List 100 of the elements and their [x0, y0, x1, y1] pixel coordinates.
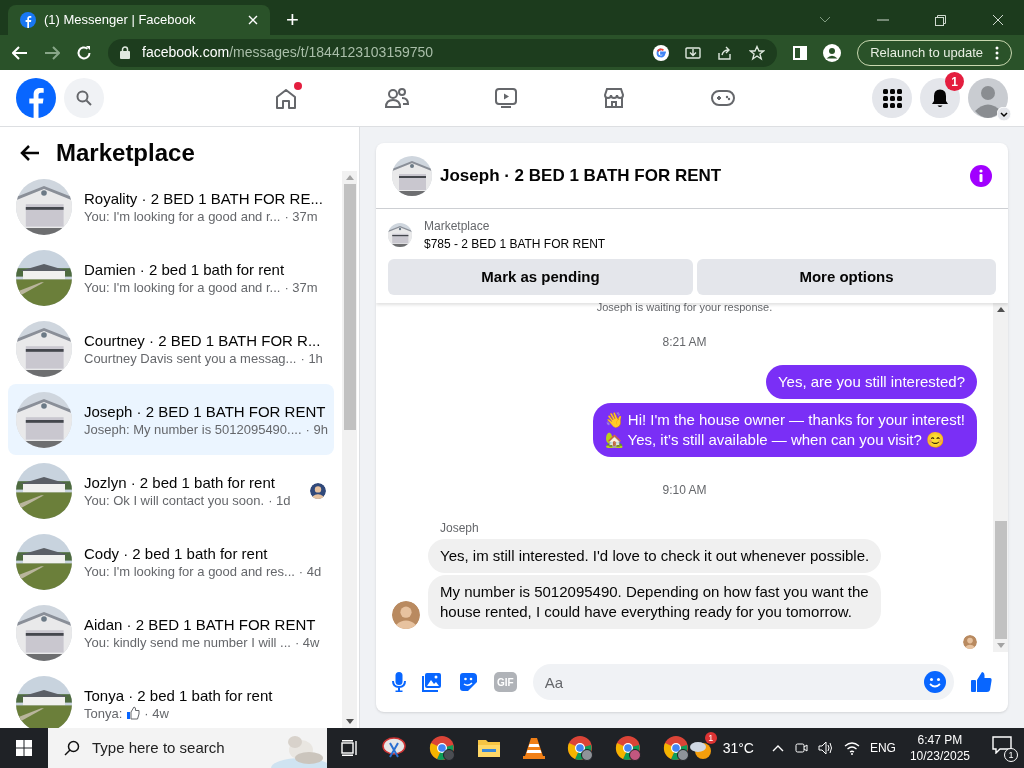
conversation-item[interactable]: Joseph · 2 BED 1 BATH FOR RENT Joseph: My number is 5012095490.... · 9h	[8, 384, 334, 455]
scroll-up-icon	[996, 307, 1005, 312]
chevron-icon	[819, 16, 831, 24]
taskbar-search-field[interactable]: Type here to search	[48, 728, 327, 768]
notification-count: 1	[1004, 748, 1018, 762]
scrollbar[interactable]	[993, 303, 1008, 652]
grid-icon	[882, 88, 902, 108]
back-arrow-icon[interactable]	[20, 144, 40, 162]
chrome-icon[interactable]	[428, 735, 455, 761]
task-view-icon[interactable]	[340, 740, 359, 756]
conversation-title: Courtney · 2 BED 1 BATH FOR R...	[84, 330, 322, 350]
received-message: Yes, im still interested. I'd love to check it out whenever possible.	[428, 539, 882, 573]
message-time: · 4w	[294, 633, 320, 651]
mark-pending-button[interactable]: Mark as pending	[388, 259, 693, 295]
info-icon[interactable]	[970, 164, 992, 187]
traffic-cone-icon[interactable]	[522, 736, 545, 760]
scroll-down-icon	[996, 643, 1005, 648]
more-icon	[995, 45, 999, 60]
sent-message: Yes, are you still interested?	[765, 365, 977, 399]
windows-icon[interactable]	[16, 740, 32, 756]
weather-badge: 1	[704, 732, 717, 744]
sticker-icon[interactable]	[458, 672, 478, 692]
microphone-icon[interactable]	[392, 672, 406, 692]
chrome-icon[interactable]	[614, 735, 641, 761]
timestamp: 9:10 AM	[662, 482, 707, 499]
listing-label: Marketplace	[424, 218, 491, 235]
search-placeholder: Type here to search	[92, 737, 225, 758]
forward-icon	[44, 45, 60, 60]
sidebar-title: Marketplace	[56, 138, 195, 168]
chevron-down-icon	[997, 107, 1011, 121]
clock-time: 6:47 PM	[917, 732, 963, 748]
facebook-logo-icon[interactable]	[16, 78, 56, 118]
wifi-icon[interactable]	[843, 741, 860, 755]
notification-badge: 1	[945, 72, 964, 91]
close-icon[interactable]	[992, 14, 1004, 26]
address-bar[interactable]: facebook.com/messages/t/1844123103159750	[108, 38, 778, 67]
google-icon[interactable]	[653, 44, 670, 61]
chrome-icon[interactable]	[566, 735, 593, 761]
sender-name: Joseph	[440, 520, 479, 537]
conversation-title: Jozlyn · 2 bed 1 bath for rent	[84, 472, 276, 492]
message-preview: Joseph: My number is 5012095490....	[84, 420, 302, 438]
lock-icon	[120, 46, 130, 59]
sent-message: 👋 Hi! I'm the house owner — thanks for your interest! 🏡 Yes, it’s still available — when can you visit? 😊	[592, 403, 977, 457]
clock[interactable]: 6:47 PM 10/23/2025	[909, 732, 970, 764]
reload-icon[interactable]	[76, 44, 92, 61]
home-tab[interactable]	[274, 85, 300, 111]
emoji-icon[interactable]	[924, 671, 946, 693]
sidebar-icon[interactable]	[793, 45, 808, 60]
star-icon[interactable]	[749, 44, 766, 61]
photo-icon[interactable]	[422, 672, 442, 692]
store-icon[interactable]	[602, 86, 626, 110]
message-preview: You: I'm looking for a good and res...	[84, 562, 295, 580]
account-button[interactable]	[968, 78, 1008, 118]
message-time: · 9h	[305, 420, 328, 438]
url-text: facebook.com/messages/t/1844123103159750	[142, 43, 435, 62]
meet-now-icon[interactable]	[793, 741, 808, 755]
clock-date: 10/23/2025	[909, 748, 970, 764]
search-icon	[76, 90, 92, 106]
more-options-button[interactable]: More options	[697, 259, 996, 295]
home-icon	[274, 87, 298, 111]
browser-tab[interactable]: (1) Messenger | Facebook	[8, 5, 270, 35]
message-preview: Tonya:	[84, 704, 123, 722]
people-icon[interactable]	[384, 86, 410, 110]
listing-title: $785 - 2 BED 1 BATH FOR RENT	[424, 236, 606, 253]
new-tab-button[interactable]: +	[286, 5, 299, 35]
video-icon[interactable]	[494, 86, 518, 110]
temperature: 31°C	[722, 738, 754, 758]
folder-icon[interactable]	[476, 738, 501, 758]
thumbs-up-icon[interactable]	[970, 671, 992, 693]
profile-icon[interactable]	[823, 43, 842, 62]
conversation-title: Joseph · 2 BED 1 BATH FOR RENT	[84, 401, 326, 421]
notification-dot-icon	[294, 82, 302, 90]
gamepad-icon[interactable]	[710, 88, 736, 108]
timestamp: 8:21 AM	[662, 334, 707, 351]
search-button[interactable]	[64, 78, 104, 118]
scrollbar[interactable]	[342, 171, 357, 728]
back-icon[interactable]	[12, 45, 28, 60]
notification-center-button[interactable]: 1	[992, 736, 1016, 760]
message-input-field[interactable]: Aa	[532, 664, 954, 700]
conversation-title: Tonya · 2 bed 1 bath for rent	[84, 685, 274, 705]
conversation-title: Damien · 2 bed 1 bath for rent	[84, 259, 286, 279]
message-icon	[992, 736, 1012, 754]
conversation-title: Royality · 2 BED 1 BATH FOR RE...	[84, 188, 324, 208]
restore-icon[interactable]	[935, 14, 946, 26]
avatar-icon	[968, 78, 1008, 118]
conversation-title: Aidan · 2 BED 1 BATH FOR RENT	[84, 614, 317, 634]
message-preview: You: I'm looking for a good and r...	[84, 278, 281, 296]
share-icon[interactable]	[717, 44, 734, 61]
message-time: · 37m	[284, 278, 318, 296]
waiting-notice: Joseph is waiting for your response.	[595, 303, 774, 313]
notifications-button[interactable]	[920, 78, 960, 118]
menu-button[interactable]	[872, 78, 912, 118]
install-icon[interactable]	[685, 44, 702, 61]
chrome-icon[interactable]	[662, 735, 689, 761]
tab-title: (1) Messenger | Facebook	[44, 11, 197, 30]
message-preview: You: Ok I will contact you soon.	[84, 491, 265, 509]
scroll-down-icon	[345, 719, 354, 724]
message-preview: You: kindly send me number I will ...	[84, 633, 291, 651]
volume-icon[interactable]	[817, 741, 834, 755]
chevron-up-icon[interactable]	[771, 744, 784, 752]
